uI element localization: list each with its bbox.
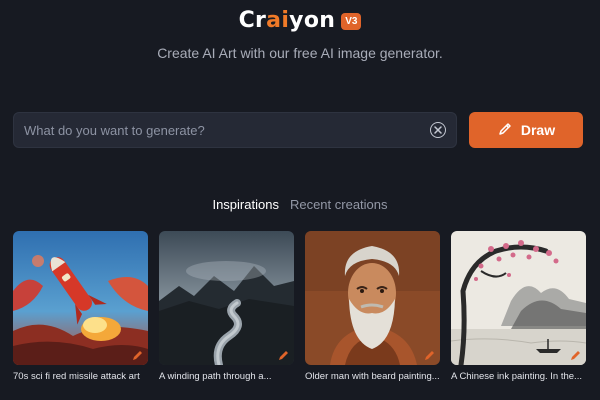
tagline: Create AI Art with our free AI image gen…	[157, 45, 443, 61]
prompt-input[interactable]	[24, 122, 430, 138]
gallery-tabs: Inspirations Recent creations	[0, 197, 600, 212]
edit-pencil-icon[interactable]	[424, 349, 436, 361]
gallery-image[interactable]	[159, 231, 294, 365]
prompt-search-box	[13, 112, 457, 148]
tab-recent-creations[interactable]: Recent creations	[290, 197, 388, 212]
tab-inspirations[interactable]: Inspirations	[212, 197, 278, 212]
clear-circle-x-icon[interactable]	[430, 122, 446, 138]
version-badge: V3	[341, 13, 362, 30]
logo-wordmark: Craiyon	[238, 8, 336, 33]
edit-pencil-icon[interactable]	[278, 349, 290, 361]
gallery-caption: A Chinese ink painting. In the...	[451, 371, 582, 382]
draw-button[interactable]: Draw	[469, 112, 583, 148]
gallery-image[interactable]	[13, 231, 148, 365]
gallery-card[interactable]: Older man with beard painting...	[305, 231, 440, 382]
gallery-caption: Older man with beard painting...	[305, 371, 440, 382]
gallery-caption: 70s sci fi red missile attack art	[13, 371, 140, 382]
gallery-card[interactable]: 70s sci fi red missile attack art	[13, 231, 148, 382]
edit-pencil-icon[interactable]	[570, 349, 582, 361]
gallery-card[interactable]: A winding path through a...	[159, 231, 294, 382]
edit-pencil-icon[interactable]	[132, 349, 144, 361]
logo: Craiyon V3	[0, 8, 600, 33]
pencil-icon	[497, 121, 513, 140]
image-gallery: 70s sci fi red missile attack art A wind…	[13, 231, 586, 382]
gallery-image[interactable]	[305, 231, 440, 365]
gallery-image[interactable]	[451, 231, 586, 365]
gallery-caption: A winding path through a...	[159, 371, 272, 382]
draw-button-label: Draw	[520, 122, 556, 138]
gallery-card[interactable]: A Chinese ink painting. In the...	[451, 231, 586, 382]
